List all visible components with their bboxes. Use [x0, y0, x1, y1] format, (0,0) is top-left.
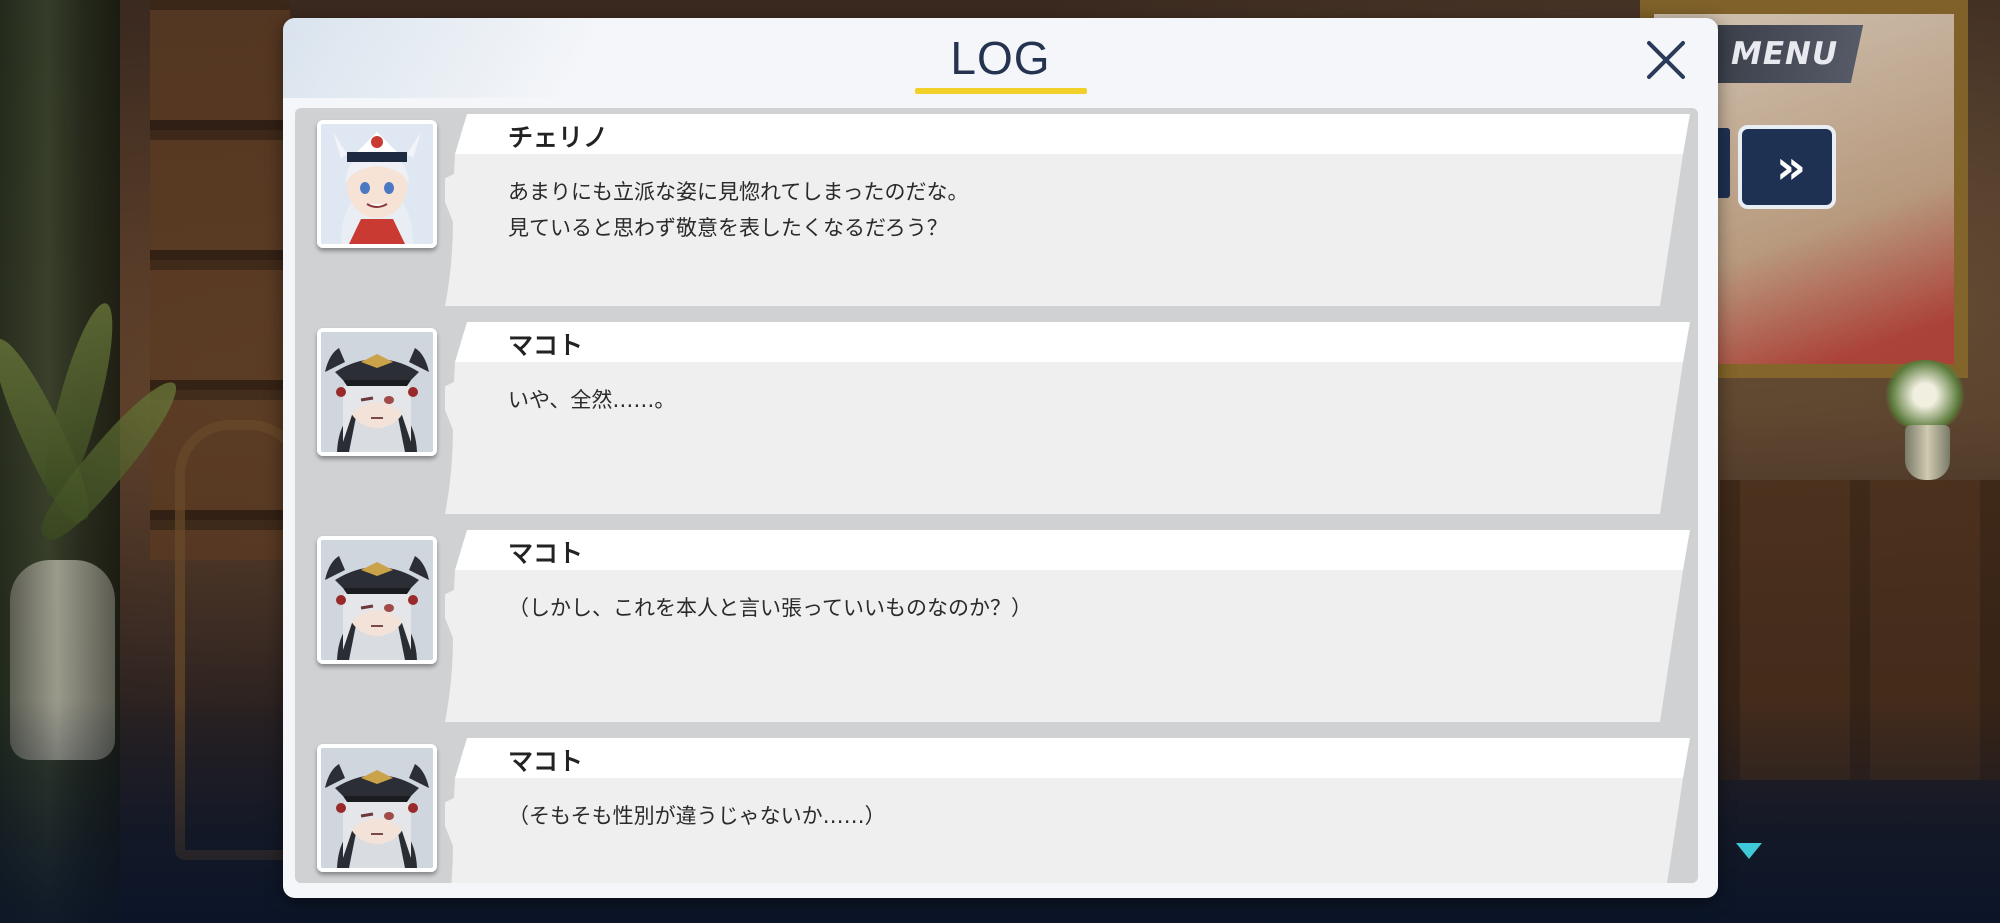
message-line: （そもそも性別が違うじゃないか……）	[508, 804, 886, 828]
scroll-down-arrow-icon[interactable]	[1736, 843, 1762, 859]
log-entry[interactable]: マコト （そもそも性別が違うじゃないか……）	[295, 732, 1698, 883]
message-line: 見ていると思わず敬意を表したくなるだろう？	[508, 216, 948, 240]
message-bubble: マコト いや、全然……。	[445, 322, 1690, 514]
message-line: あまりにも立派な姿に見惚れてしまったのだな。	[508, 180, 969, 204]
message-line: （しかし、これを本人と言い張っていいものなのか？）	[508, 596, 1032, 620]
message-bubble: マコト （そもそも性別が違うじゃないか……）	[445, 738, 1690, 883]
log-title: LOG	[950, 32, 1051, 84]
log-header: LOG	[283, 18, 1718, 100]
speaker-name: マコト	[508, 331, 584, 360]
fast-forward-icon: ››	[1776, 140, 1806, 194]
log-entry[interactable]: チェリノ あまりにも立派な姿に見惚れてしまったのだな。 見ていると思わず敬意を表…	[295, 108, 1698, 308]
log-entry[interactable]: マコト いや、全然……。	[295, 316, 1698, 516]
close-icon[interactable]	[1636, 30, 1696, 90]
message-line: いや、全然……。	[508, 388, 676, 412]
vase	[1905, 425, 1950, 480]
menu-button[interactable]: MENU	[1705, 25, 1864, 83]
title-underline	[915, 88, 1087, 94]
message-bubble: チェリノ あまりにも立派な姿に見惚れてしまったのだな。 見ていると思わず敬意を表…	[445, 114, 1690, 306]
message-bubble: マコト （しかし、これを本人と言い張っていいものなのか？）	[445, 530, 1690, 722]
avatar-makoto	[317, 328, 437, 456]
avatar-makoto	[317, 536, 437, 664]
avatar-makoto	[317, 744, 437, 872]
fast-forward-button[interactable]: ››	[1738, 125, 1836, 209]
auto-button-edge[interactable]	[1716, 128, 1730, 198]
flowers	[1880, 360, 1970, 430]
log-dialog: LOG チェリノ あまりにも立派な姿に見惚れてしまったのだな。 見ていると思わず…	[283, 18, 1718, 898]
avatar-cherino	[317, 120, 437, 248]
menu-label: MENU	[1730, 36, 1839, 72]
log-list[interactable]: チェリノ あまりにも立派な姿に見惚れてしまったのだな。 見ていると思わず敬意を表…	[295, 108, 1698, 883]
speaker-name: マコト	[508, 747, 584, 776]
speaker-name: チェリノ	[508, 123, 609, 152]
log-entry[interactable]: マコト （しかし、これを本人と言い張っていいものなのか？）	[295, 524, 1698, 724]
speaker-name: マコト	[508, 539, 584, 568]
